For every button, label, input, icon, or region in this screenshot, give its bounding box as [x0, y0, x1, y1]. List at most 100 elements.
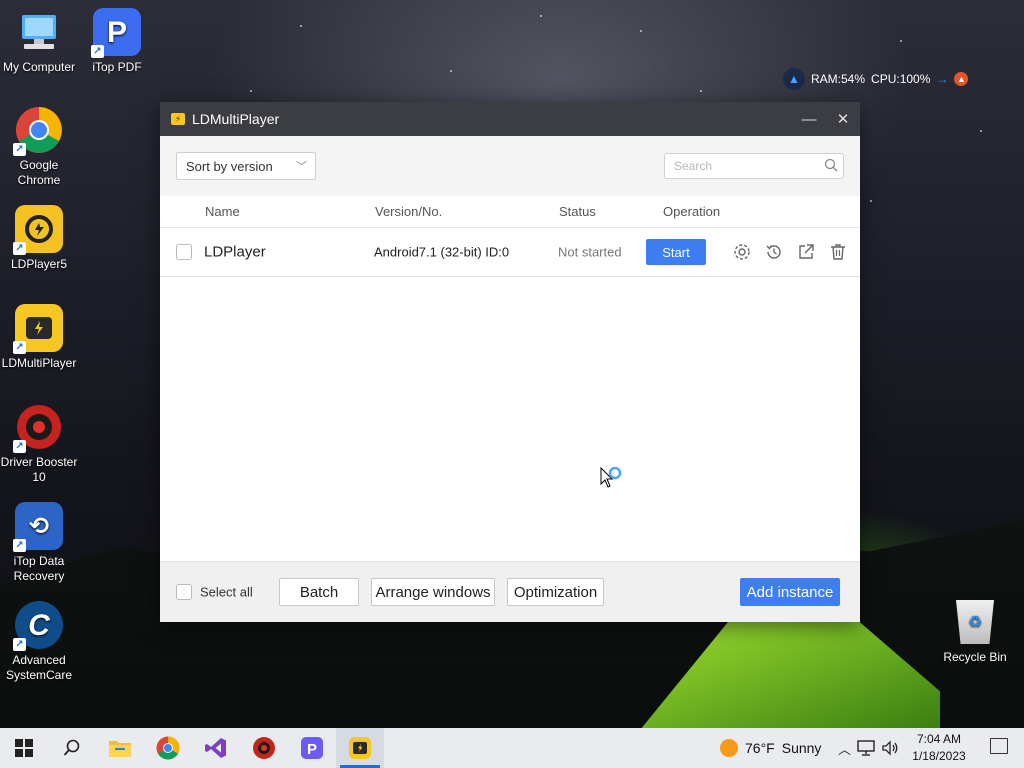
- visual-studio-icon: [205, 738, 226, 758]
- instance-list-empty-area: [160, 277, 860, 560]
- cpu-usage: CPU:100%: [871, 72, 931, 86]
- itop-data-recovery-icon: ⟲ ↗: [13, 502, 63, 552]
- shortcut-arrow-icon: ↗: [13, 143, 26, 156]
- taskbar-file-explorer[interactable]: [96, 728, 144, 768]
- column-header-version[interactable]: Version/No.: [375, 204, 442, 219]
- select-all-label[interactable]: Select all: [200, 585, 253, 600]
- folder-icon: [109, 741, 131, 757]
- optimization-button[interactable]: Optimization: [507, 578, 604, 606]
- select-all-checkbox[interactable]: [176, 584, 192, 600]
- minimize-button[interactable]: —: [792, 102, 826, 136]
- ldmultiplayer-icon: [349, 737, 371, 759]
- chrome-icon: [156, 736, 180, 760]
- desktop-icon-advanced-systemcare[interactable]: C ↗ Advanced SystemCare: [0, 601, 78, 683]
- column-header-status[interactable]: Status: [559, 204, 596, 219]
- desktop-icon-recycle-bin[interactable]: ♻ Recycle Bin: [940, 600, 1010, 664]
- desktop-icon-my-computer[interactable]: My Computer: [0, 8, 78, 75]
- ldmultiplayer-icon: ↗: [13, 304, 63, 354]
- itop-pdf-icon: P: [301, 737, 323, 759]
- delete-trash-icon[interactable]: [828, 242, 848, 262]
- start-button[interactable]: Start: [646, 239, 706, 265]
- driver-booster-icon: ↗: [13, 403, 63, 453]
- desktop-icon-label: Driver Booster 10: [0, 455, 78, 484]
- taskbar-itop-pdf[interactable]: P: [288, 728, 336, 768]
- taskbar-visual-studio[interactable]: [192, 728, 240, 768]
- arrow-right-icon: →: [936, 72, 949, 86]
- shortcut-arrow-icon: ↗: [13, 440, 26, 453]
- search-icon: [63, 739, 80, 756]
- performance-monitor[interactable]: ▲ RAM:54% CPU:100% → ▲: [783, 67, 983, 91]
- driver-booster-icon: [253, 737, 275, 759]
- rocket-icon: ▲: [783, 68, 805, 90]
- weather-widget[interactable]: 76°F Sunny: [720, 728, 821, 768]
- desktop-icon-label: iTop Data Recovery: [13, 554, 65, 583]
- arrange-windows-button[interactable]: Arrange windows: [371, 578, 495, 606]
- column-header-operation: Operation: [663, 204, 721, 219]
- chrome-icon: ↗: [13, 106, 63, 156]
- search-icon[interactable]: [824, 158, 838, 172]
- add-instance-button[interactable]: Add instance: [740, 578, 840, 606]
- taskbar-search-button[interactable]: [48, 728, 96, 768]
- shortcut-arrow-icon: ↗: [13, 638, 26, 651]
- taskbar-clock[interactable]: 7:04 AM 1/18/2023: [905, 731, 973, 765]
- column-header-name[interactable]: Name: [205, 204, 240, 219]
- desktop-icon-label: My Computer: [2, 60, 76, 74]
- notification-center-icon[interactable]: [990, 738, 1008, 754]
- svg-text:P: P: [307, 741, 317, 758]
- table-row: LDPlayer Android7.1 (32-bit) ID:0 Not st…: [160, 228, 860, 277]
- shortcut-export-icon[interactable]: [796, 242, 816, 262]
- footer-bar: Select all Batch Arrange windows Optimiz…: [160, 561, 860, 622]
- itop-pdf-icon: P ↗: [91, 8, 141, 58]
- row-checkbox[interactable]: [176, 244, 192, 260]
- chevron-up-icon[interactable]: ︿: [838, 739, 851, 758]
- desktop-icon-label: LDPlayer5: [10, 257, 68, 271]
- shortcut-arrow-icon: ↗: [91, 45, 104, 58]
- window-title: LDMultiPlayer: [192, 111, 280, 127]
- network-icon[interactable]: [857, 740, 875, 756]
- desktop-icon-ldplayer5[interactable]: ↗ LDPlayer5: [0, 205, 78, 272]
- instance-status: Not started: [558, 244, 622, 260]
- desktop-icon-label: iTop PDF: [92, 60, 142, 74]
- toolbar: Sort by version ﹀: [160, 136, 860, 196]
- backup-history-icon[interactable]: [764, 242, 784, 262]
- sort-dropdown-label: Sort by version: [186, 158, 273, 174]
- sort-dropdown[interactable]: Sort by version ﹀: [176, 152, 316, 180]
- busy-cursor-icon: [600, 467, 622, 488]
- computer-icon: [15, 8, 63, 56]
- sun-icon: [720, 739, 738, 757]
- chevron-down-icon: ﹀: [296, 161, 307, 173]
- desktop-icon-driver-booster[interactable]: ↗ Driver Booster 10: [0, 403, 78, 485]
- advanced-systemcare-icon: C ↗: [13, 601, 63, 651]
- instance-name[interactable]: LDPlayer: [204, 244, 266, 261]
- recycle-bin-icon: ♻: [956, 600, 994, 644]
- ram-usage: RAM:54%: [811, 72, 866, 86]
- desktop-icon-itop-pdf[interactable]: P ↗ iTop PDF: [78, 8, 156, 75]
- taskbar-chrome[interactable]: [144, 728, 192, 768]
- settings-gear-icon[interactable]: [732, 242, 752, 262]
- desktop-icon-ldmultiplayer[interactable]: ↗ LDMultiPlayer: [0, 304, 78, 371]
- search-input[interactable]: [674, 159, 814, 173]
- shortcut-arrow-icon: ↗: [13, 341, 26, 354]
- batch-button[interactable]: Batch: [279, 578, 359, 606]
- taskbar: P 76°F Sunny ︿ 7:04 AM 1/18/2023: [0, 728, 1024, 768]
- taskbar-ldmultiplayer[interactable]: [336, 728, 384, 768]
- title-bar[interactable]: ⚡ LDMultiPlayer — ✕: [160, 102, 860, 136]
- search-box: [664, 153, 844, 179]
- clock-date: 1/18/2023: [912, 749, 966, 763]
- ldplayer5-icon: ↗: [13, 205, 63, 255]
- windows-logo-icon: [15, 739, 33, 757]
- desktop-icon-label: Recycle Bin: [943, 650, 1007, 664]
- shortcut-arrow-icon: ↗: [13, 242, 26, 255]
- instance-version: Android7.1 (32-bit) ID:0: [374, 244, 510, 260]
- desktop-icon-google-chrome[interactable]: ↗ Google Chrome: [0, 106, 78, 188]
- close-button[interactable]: ✕: [826, 102, 860, 136]
- app-logo-icon: ⚡: [171, 113, 185, 125]
- desktop-icon-itop-data-recovery[interactable]: ⟲ ↗ iTop Data Recovery: [0, 502, 78, 584]
- volume-icon[interactable]: [881, 740, 899, 756]
- desktop-icon-label: Google Chrome: [17, 158, 61, 187]
- start-menu-button[interactable]: [0, 728, 48, 768]
- taskbar-driver-booster[interactable]: [240, 728, 288, 768]
- desktop-icon-label: LDMultiPlayer: [1, 356, 77, 370]
- desktop-icon-label: Advanced SystemCare: [5, 653, 73, 682]
- bell-icon: ▲: [954, 72, 969, 86]
